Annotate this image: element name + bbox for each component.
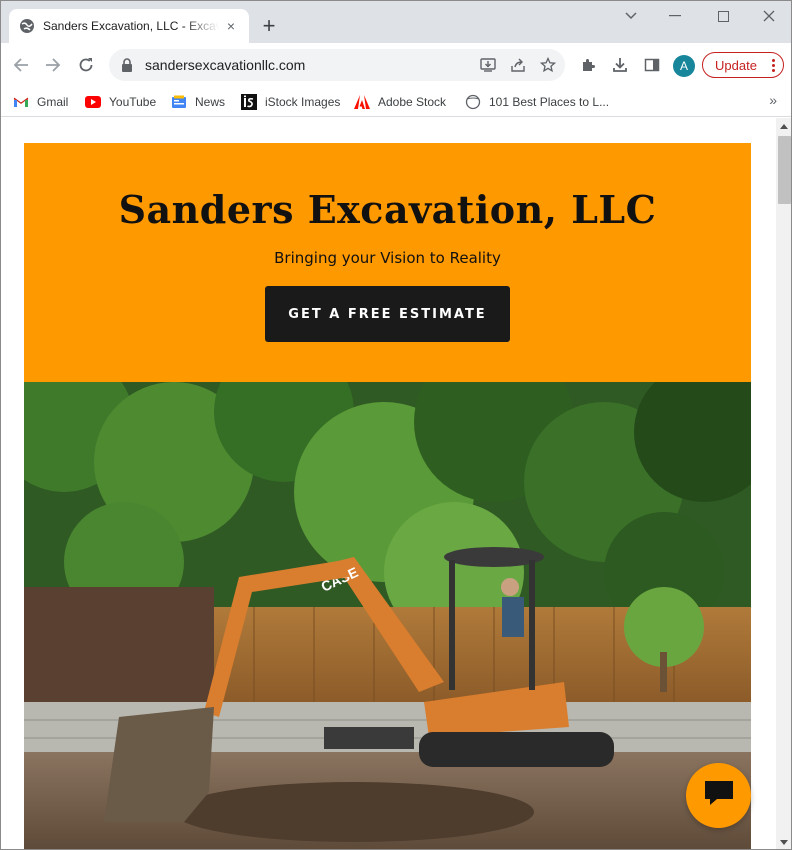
page-scrollbar[interactable] bbox=[776, 118, 791, 849]
gmail-icon bbox=[13, 94, 29, 110]
news-icon bbox=[171, 94, 187, 110]
hero-banner: Sanders Excavation, LLC Bringing your Vi… bbox=[24, 143, 751, 382]
globe-icon bbox=[19, 18, 35, 34]
page-viewport: Sanders Excavation, LLC Bringing your Vi… bbox=[1, 118, 776, 849]
adobe-icon bbox=[354, 94, 370, 110]
forward-icon[interactable] bbox=[41, 53, 65, 77]
maximize-icon[interactable] bbox=[707, 5, 739, 27]
compass-icon bbox=[465, 94, 481, 110]
tab-close-icon[interactable]: × bbox=[223, 18, 239, 34]
update-button[interactable]: Update bbox=[702, 52, 784, 78]
url-text[interactable]: sandersexcavationllc.com bbox=[145, 57, 475, 73]
install-app-icon[interactable] bbox=[475, 52, 501, 78]
scroll-down-icon[interactable] bbox=[780, 840, 788, 845]
page-title: Sanders Excavation, LLC bbox=[118, 187, 657, 232]
bookmark-gmail[interactable]: Gmail bbox=[13, 92, 68, 112]
bookmarks-bar: Gmail YouTube News iStock Images Adobe S… bbox=[1, 87, 791, 117]
side-panel-icon[interactable] bbox=[640, 53, 664, 77]
browser-toolbar: sandersexcavationllc.com A Update bbox=[1, 43, 791, 87]
bookmark-label: News bbox=[195, 95, 226, 109]
istock-icon bbox=[241, 94, 257, 110]
close-window-icon[interactable] bbox=[753, 5, 785, 27]
update-label: Update bbox=[715, 57, 757, 73]
share-icon[interactable] bbox=[505, 52, 531, 78]
bookmark-label: iStock Images bbox=[265, 95, 341, 109]
menu-dots-icon bbox=[772, 58, 775, 72]
excavator-photo: CASE bbox=[24, 382, 751, 849]
bookmark-label: YouTube bbox=[109, 95, 157, 109]
bookmark-label: Adobe Stock bbox=[378, 95, 447, 109]
tab-title: Sanders Excavation, LLC - Excavation bbox=[43, 19, 219, 33]
bookmarks-overflow-button[interactable]: » bbox=[769, 92, 777, 108]
bookmark-label: Gmail bbox=[37, 95, 69, 109]
browser-window: Sanders Excavation, LLC - Excavation × + bbox=[0, 0, 792, 850]
bookmark-label: 101 Best Places to L... bbox=[489, 95, 610, 109]
profile-avatar[interactable]: A bbox=[673, 55, 695, 77]
bookmark-star-icon[interactable] bbox=[535, 52, 561, 78]
browser-tab[interactable]: Sanders Excavation, LLC - Excavation × bbox=[9, 9, 249, 43]
bookmark-adobe-stock[interactable]: Adobe Stock bbox=[354, 92, 446, 112]
bookmark-news[interactable]: News bbox=[171, 92, 225, 112]
back-icon[interactable] bbox=[9, 53, 33, 77]
new-tab-button[interactable]: + bbox=[257, 14, 281, 38]
downloads-icon[interactable] bbox=[608, 53, 632, 77]
scroll-thumb[interactable] bbox=[778, 136, 791, 204]
address-bar[interactable]: sandersexcavationllc.com bbox=[109, 49, 565, 81]
free-estimate-button[interactable]: GET A FREE ESTIMATE bbox=[265, 286, 510, 342]
chat-button[interactable] bbox=[686, 763, 751, 828]
reload-icon[interactable] bbox=[74, 53, 98, 77]
tagline: Bringing your Vision to Reality bbox=[274, 249, 501, 267]
scroll-up-icon[interactable] bbox=[780, 124, 788, 129]
youtube-icon bbox=[85, 94, 101, 110]
lock-icon bbox=[121, 58, 135, 72]
bookmark-youtube[interactable]: YouTube bbox=[85, 92, 156, 112]
tab-strip: Sanders Excavation, LLC - Excavation × + bbox=[1, 1, 791, 43]
chat-icon bbox=[703, 779, 735, 812]
bookmark-istock[interactable]: iStock Images bbox=[241, 92, 340, 112]
bookmark-101-best-places[interactable]: 101 Best Places to L... bbox=[465, 92, 609, 112]
tab-search-icon[interactable] bbox=[615, 5, 647, 27]
minimize-icon[interactable] bbox=[659, 5, 691, 27]
extensions-icon[interactable] bbox=[576, 53, 600, 77]
excavator-photo-drawing: CASE bbox=[24, 382, 751, 849]
